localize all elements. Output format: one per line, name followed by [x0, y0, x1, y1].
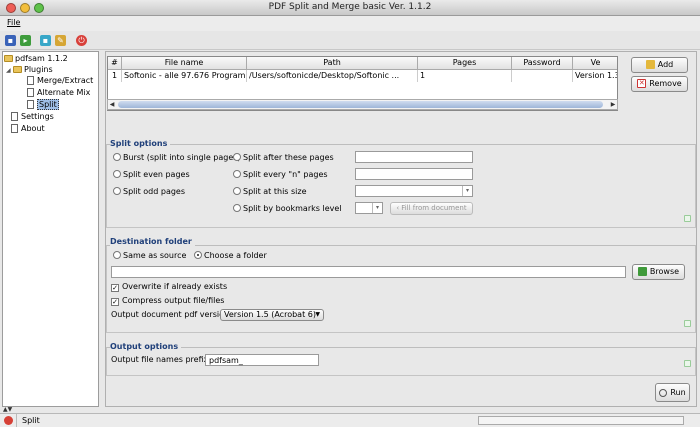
- radio-even[interactable]: Split even pages: [113, 170, 190, 180]
- run-button[interactable]: Run: [655, 383, 690, 402]
- radio-choose-dot[interactable]: [194, 251, 202, 259]
- environment-icon[interactable]: ▪: [40, 35, 51, 46]
- arrow-left-icon: ‹: [396, 204, 400, 212]
- open-icon[interactable]: ▸: [20, 35, 31, 46]
- radio-every-n-dot[interactable]: [233, 170, 241, 178]
- bookmark-level-dropdown-icon[interactable]: ▾: [372, 203, 382, 213]
- add-button[interactable]: Add: [631, 57, 688, 73]
- radio-odd[interactable]: Split odd pages: [113, 187, 185, 197]
- tree-item-merge-extract[interactable]: Merge/Extract: [27, 76, 93, 86]
- after-pages-input[interactable]: [355, 151, 473, 163]
- remove-icon: ✕: [637, 79, 647, 88]
- compress-check[interactable]: ✓: [111, 298, 119, 306]
- browse-button[interactable]: Browse: [632, 264, 685, 280]
- size-dropdown-icon[interactable]: ▾: [462, 186, 472, 196]
- page-icon: [27, 88, 34, 97]
- destination-folder-title: Destination folder: [110, 237, 195, 246]
- cell-file-name[interactable]: Softonic - alle 97.676 Programme.pdf: [122, 70, 247, 82]
- col-pages[interactable]: Pages: [418, 57, 512, 70]
- menu-file[interactable]: File: [7, 18, 20, 27]
- col-file-name[interactable]: File name: [122, 57, 247, 70]
- cell-version[interactable]: Version 1.3: [573, 70, 617, 82]
- menu-bar: File: [0, 16, 700, 31]
- save-icon[interactable]: ▪: [5, 35, 16, 46]
- page-icon: [27, 76, 34, 85]
- bookmark-level-select[interactable]: ▾: [355, 202, 383, 214]
- cell-num[interactable]: 1: [108, 70, 122, 82]
- overwrite-check[interactable]: ✓: [111, 284, 119, 292]
- cell-pages[interactable]: 1: [418, 70, 512, 82]
- radio-every-n[interactable]: Split every "n" pages: [233, 170, 328, 180]
- page-icon: [27, 100, 34, 109]
- status-text: Split: [22, 416, 40, 425]
- fill-from-document-button[interactable]: ‹ Fill from document: [390, 202, 473, 215]
- folder-icon: [13, 66, 22, 73]
- scroll-left-icon[interactable]: ◀: [108, 100, 116, 109]
- radio-burst[interactable]: Burst (split into single pages): [113, 153, 241, 163]
- add-file-icon: [645, 60, 655, 69]
- col-num[interactable]: #: [108, 57, 122, 70]
- radio-choose-folder[interactable]: Choose a folder: [194, 251, 267, 261]
- status-bar: Split: [0, 413, 700, 427]
- radio-odd-dot[interactable]: [113, 187, 121, 195]
- page-icon: [11, 112, 18, 121]
- title-bar: PDF Split and Merge basic Ver. 1.1.2: [0, 0, 700, 16]
- cell-path[interactable]: /Users/softonicde/Desktop/Softonic ...: [247, 70, 418, 82]
- tree-item-split[interactable]: Split: [27, 99, 59, 110]
- scrollbar-thumb[interactable]: [118, 101, 603, 108]
- tree-item-about[interactable]: About: [11, 124, 45, 134]
- radio-size[interactable]: Split at this size: [233, 187, 307, 197]
- folder-icon: [4, 55, 13, 62]
- cell-password[interactable]: [512, 70, 573, 82]
- prefix-input[interactable]: pdfsam_: [205, 354, 319, 366]
- tree-root[interactable]: pdfsam 1.1.2: [4, 54, 68, 64]
- radio-same-dot[interactable]: [113, 251, 121, 259]
- output-info-icon[interactable]: [684, 360, 691, 367]
- window-title: PDF Split and Merge basic Ver. 1.1.2: [268, 2, 432, 12]
- tree-plugins[interactable]: ◢ Plugins: [6, 65, 53, 76]
- radio-burst-dot[interactable]: [113, 153, 121, 161]
- overwrite-checkbox[interactable]: ✓ Overwrite if already exists: [111, 282, 227, 292]
- output-options-title: Output options: [110, 342, 182, 351]
- col-password[interactable]: Password: [512, 57, 573, 70]
- expand-icon[interactable]: ◢: [6, 66, 13, 76]
- col-version[interactable]: Ve: [573, 57, 617, 70]
- radio-same-as-source[interactable]: Same as source: [113, 251, 186, 261]
- pdf-version-select[interactable]: Version 1.5 (Acrobat 6) ▼: [220, 309, 324, 321]
- table-horizontal-scrollbar[interactable]: ◀ ▶: [107, 99, 618, 110]
- remove-button[interactable]: ✕ Remove: [631, 76, 688, 92]
- compress-checkbox[interactable]: ✓ Compress output file/files: [111, 296, 224, 306]
- exit-icon[interactable]: ⏻: [76, 35, 87, 46]
- pdf-version-dropdown-icon: ▼: [315, 311, 320, 318]
- scroll-right-icon[interactable]: ▶: [609, 100, 617, 109]
- radio-bookmarks[interactable]: Split by bookmarks level: [233, 204, 342, 214]
- size-input[interactable]: ▾: [355, 185, 473, 197]
- pdf-version-label: Output document pdf version:: [111, 310, 232, 319]
- prefix-label: Output file names prefix:: [111, 355, 212, 364]
- plugin-tree: pdfsam 1.1.2 ◢ Plugins Merge/Extract Alte…: [2, 51, 99, 407]
- clear-icon[interactable]: ✎: [55, 35, 66, 46]
- status-icon: [4, 416, 13, 425]
- radio-after-dot[interactable]: [233, 153, 241, 161]
- every-n-input[interactable]: [355, 168, 473, 180]
- radio-bookmarks-dot[interactable]: [233, 204, 241, 212]
- col-path[interactable]: Path: [247, 57, 418, 70]
- destination-folder-input[interactable]: [111, 266, 626, 278]
- radio-after[interactable]: Split after these pages: [233, 153, 334, 163]
- split-options-title: Split options: [110, 139, 171, 148]
- page-icon: [11, 124, 18, 133]
- radio-even-dot[interactable]: [113, 170, 121, 178]
- tree-item-settings[interactable]: Settings: [11, 112, 54, 122]
- toolbar: ▪ ▸ ▪ ✎ ⏻: [0, 31, 700, 50]
- tree-item-alternate-mix[interactable]: Alternate Mix: [27, 88, 90, 98]
- run-icon: [659, 388, 668, 397]
- radio-size-dot[interactable]: [233, 187, 241, 195]
- split-options-info-icon[interactable]: [684, 215, 691, 222]
- destination-info-icon[interactable]: [684, 320, 691, 327]
- folder-icon: [637, 267, 647, 276]
- progress-bar: [478, 416, 684, 425]
